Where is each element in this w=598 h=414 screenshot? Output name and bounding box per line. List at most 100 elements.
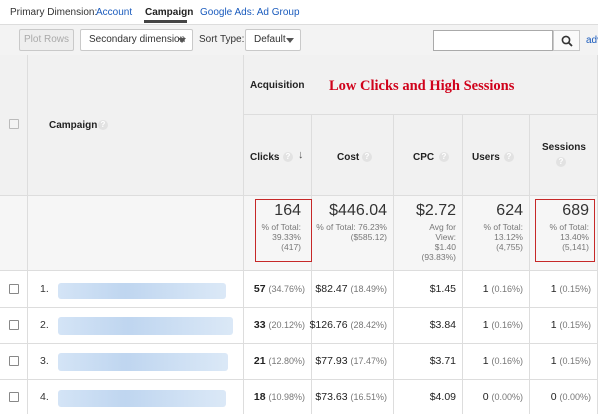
users-cell: 0 (0.00%)	[463, 380, 530, 414]
cpc-cell: $1.45	[394, 271, 463, 308]
cost-value: $82.47	[315, 283, 348, 295]
sessions-value: 1	[550, 283, 557, 295]
clicks-column-title: Clicks	[250, 152, 280, 163]
campaign-header-cell[interactable]: Campaign ?	[28, 55, 244, 196]
totals-users-cell: 624 % of Total: 13.12% (4,755)	[463, 196, 530, 271]
secondary-dimension-label: Secondary dimension	[89, 34, 186, 45]
total-cpc-line3: $1.40	[434, 242, 456, 252]
sort-type-label: Sort Type:	[199, 34, 245, 45]
sessions-value-cell: 1 (0.15%)	[551, 319, 591, 331]
cpc-cell: $4.09	[394, 380, 463, 414]
redacted-campaign-name	[58, 317, 233, 335]
total-cpc-line4: (93.83%)	[421, 252, 457, 262]
help-icon[interactable]: ?	[439, 152, 449, 162]
sessions-percent: (0.00%)	[559, 392, 591, 402]
cost-header-cell[interactable]: Cost ?	[312, 115, 394, 196]
cost-value: $77.93	[315, 355, 348, 367]
cost-percent: (28.42%)	[350, 320, 387, 330]
plot-rows-button[interactable]: Plot Rows	[19, 29, 74, 51]
acquisition-group-header: Acquisition Low Clicks and High Sessions	[244, 55, 598, 115]
table-row[interactable]: 2.	[28, 308, 244, 344]
row-number: 3.	[40, 355, 49, 367]
cost-cell: $77.93 (17.47%)	[312, 344, 394, 380]
clicks-value-cell: 33 (20.12%)	[254, 319, 305, 331]
dimension-google-ads-ad-group-link[interactable]: Google Ads: Ad Group	[200, 7, 300, 18]
sessions-cell: 1 (0.15%)	[530, 271, 598, 308]
row-checkbox[interactable]	[9, 284, 19, 294]
clicks-value: 33	[253, 319, 266, 331]
cost-cell: $82.47 (18.49%)	[312, 271, 394, 308]
sort-descending-icon[interactable]: ↓	[298, 149, 304, 161]
users-cell: 1 (0.16%)	[463, 344, 530, 380]
users-value: 1	[482, 283, 489, 295]
sessions-percent: (0.15%)	[559, 320, 591, 330]
help-icon[interactable]: ?	[283, 152, 293, 162]
sessions-value: 1	[550, 355, 557, 367]
total-users-line1: % of Total:	[483, 222, 523, 232]
clicks-percent: (34.76%)	[268, 284, 305, 294]
row-checkbox[interactable]	[9, 356, 19, 366]
cpc-value: $3.84	[429, 319, 456, 331]
secondary-dimension-dropdown[interactable]: Secondary dimension	[80, 29, 193, 51]
cost-value: $126.76	[309, 319, 348, 331]
sessions-percent: (0.15%)	[559, 356, 591, 366]
sort-type-dropdown[interactable]: Default	[245, 29, 301, 51]
help-icon[interactable]: ?	[362, 152, 372, 162]
help-icon[interactable]: ?	[504, 152, 514, 162]
table-row[interactable]: 3.	[28, 344, 244, 380]
selected-dimension-underline	[144, 20, 187, 23]
totals-cpc-cell: $2.72 Avg for View: $1.40 (93.83%)	[394, 196, 463, 271]
clicks-value-cell: 21 (12.80%)	[254, 355, 305, 367]
highlight-box-clicks	[255, 199, 312, 262]
users-percent: (0.16%)	[491, 356, 523, 366]
clicks-percent: (20.12%)	[268, 320, 305, 330]
cpc-value: $3.71	[429, 355, 456, 367]
chevron-down-icon	[178, 38, 186, 43]
totals-cost-cell: $446.04 % of Total: 76.23% ($585.12)	[312, 196, 394, 271]
users-percent: (0.16%)	[491, 320, 523, 330]
dimension-campaign-tab[interactable]: Campaign	[145, 7, 193, 18]
users-column-title: Users	[472, 152, 500, 163]
clicks-header-cell[interactable]: Clicks ? ↓	[244, 115, 312, 196]
row-number: 4.	[40, 391, 49, 403]
cpc-column-title: CPC	[413, 152, 435, 163]
clicks-cell: 21 (12.80%)	[244, 344, 312, 380]
table-toolbar: Plot Rows Secondary dimension Sort Type:…	[0, 24, 598, 56]
help-icon[interactable]: ?	[556, 157, 566, 167]
row-number: 1.	[40, 283, 49, 295]
users-percent: (0.00%)	[491, 392, 523, 402]
redacted-campaign-name	[58, 353, 228, 371]
cost-percent: (18.49%)	[350, 284, 387, 294]
dimension-account-link[interactable]: Account	[96, 7, 132, 18]
search-button[interactable]	[553, 30, 580, 51]
totals-label-cell	[28, 196, 244, 271]
annotation-text: Low Clicks and High Sessions	[329, 78, 515, 94]
users-header-cell[interactable]: Users ?	[463, 115, 530, 196]
total-cost-line1: % of Total: 76.23%	[316, 222, 387, 232]
users-cell: 1 (0.16%)	[463, 271, 530, 308]
users-value: 1	[482, 355, 489, 367]
table-search-input[interactable]	[433, 30, 553, 51]
table-row[interactable]: 1.	[28, 271, 244, 308]
total-cpc-line2: View:	[435, 232, 456, 242]
cpc-value: $1.45	[429, 283, 456, 295]
clicks-value-cell: 57 (34.76%)	[254, 283, 305, 295]
clicks-cell: 18 (10.98%)	[244, 380, 312, 414]
primary-dimension-bar: Primary Dimension: Account Campaign Goog…	[0, 0, 598, 24]
advanced-filter-link[interactable]: adv	[586, 35, 598, 46]
cost-column-title: Cost	[337, 152, 360, 163]
header-checkbox-cell	[0, 55, 28, 196]
cpc-header-cell[interactable]: CPC ?	[394, 115, 463, 196]
row-checkbox[interactable]	[9, 392, 19, 402]
table-row[interactable]: 4.	[28, 380, 244, 414]
sessions-cell: 1 (0.15%)	[530, 308, 598, 344]
row-checkbox[interactable]	[9, 320, 19, 330]
help-icon[interactable]: ?	[98, 120, 108, 130]
sessions-cell: 0 (0.00%)	[530, 380, 598, 414]
sessions-header-cell[interactable]: Sessions ?	[530, 115, 598, 196]
cost-value: $73.63	[315, 391, 348, 403]
sessions-column-title: Sessions	[542, 142, 586, 153]
acquisition-group-title: Acquisition	[250, 80, 305, 91]
select-all-checkbox[interactable]	[9, 119, 19, 129]
row-checkbox-cell	[0, 344, 28, 380]
